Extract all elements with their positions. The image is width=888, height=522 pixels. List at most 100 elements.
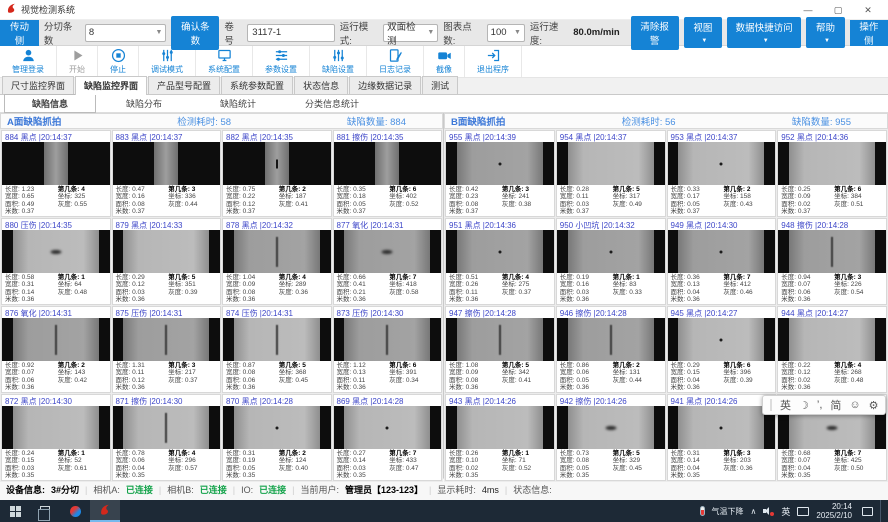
defect-image[interactable] bbox=[446, 406, 554, 449]
action-play-button[interactable]: 开始 bbox=[57, 46, 98, 77]
help-menu-button[interactable]: 帮助▼ bbox=[806, 17, 844, 48]
weather-text[interactable]: 气温下降 bbox=[712, 506, 744, 517]
defect-image[interactable] bbox=[778, 230, 886, 273]
defect-image[interactable] bbox=[334, 230, 442, 273]
defect-image[interactable] bbox=[334, 318, 442, 361]
defect-image[interactable] bbox=[557, 406, 665, 449]
show-desktop-button[interactable] bbox=[880, 500, 884, 522]
defect-cell-869[interactable]: 869 黑点 |20:14:28长度: 0.27宽度: 0.14面积: 0.03… bbox=[333, 394, 443, 481]
defect-image[interactable] bbox=[446, 318, 554, 361]
clear-alarm-button[interactable]: 清除报警 bbox=[631, 16, 679, 50]
settings-icon[interactable]: ⚙ bbox=[869, 399, 879, 412]
touch-keyboard-icon[interactable] bbox=[797, 507, 809, 516]
defect-cell-952[interactable]: 952 黑点 |20:14:36长度: 0.25宽度: 0.09面积: 0.02… bbox=[777, 130, 887, 217]
defect-cell-948[interactable]: 948 擦伤 |20:14:28长度: 0.94宽度: 0.07面积: 0.06… bbox=[777, 218, 887, 305]
defect-cell-946[interactable]: 946 擦伤 |20:14:28长度: 0.86宽度: 0.06面积: 0.05… bbox=[556, 306, 666, 393]
defect-image[interactable] bbox=[223, 406, 331, 449]
tab-0[interactable]: 尺寸监控界面 bbox=[2, 76, 74, 94]
tab-6[interactable]: 测试 bbox=[422, 76, 458, 94]
minimize-icon[interactable]: — bbox=[794, 1, 822, 19]
ime-grip[interactable] bbox=[770, 399, 772, 411]
maximize-icon[interactable]: ▢ bbox=[824, 1, 852, 19]
action-user-button[interactable]: 管理登录 bbox=[0, 46, 57, 77]
tab-4[interactable]: 状态信息 bbox=[294, 76, 348, 94]
tab-1[interactable]: 缺陷监控界面 bbox=[75, 76, 147, 95]
defect-cell-882[interactable]: 882 黑点 |20:14:35长度: 0.75宽度: 0.22面积: 0.12… bbox=[222, 130, 332, 217]
defect-cell-942[interactable]: 942 擦伤 |20:14:26长度: 0.73宽度: 0.08面积: 0.05… bbox=[556, 394, 666, 481]
defect-image[interactable] bbox=[668, 406, 776, 449]
defect-image[interactable] bbox=[113, 230, 221, 273]
defect-cell-949[interactable]: 949 黑点 |20:14:30长度: 0.36宽度: 0.13面积: 0.04… bbox=[667, 218, 777, 305]
roll-no-input[interactable]: 3117-1 bbox=[247, 24, 334, 42]
slit-count-select[interactable]: 8 ▼ bbox=[85, 24, 167, 42]
defect-cell-873[interactable]: 873 压伤 |20:14:30长度: 1.12宽度: 0.13面积: 0.11… bbox=[333, 306, 443, 393]
action-center-icon[interactable] bbox=[862, 507, 873, 516]
start-button[interactable] bbox=[0, 500, 30, 522]
subtab-3[interactable]: 分类信息统计 bbox=[286, 94, 378, 113]
defect-cell-955[interactable]: 955 黑点 |20:14:39长度: 0.42宽度: 0.23面积: 0.08… bbox=[445, 130, 555, 217]
action-camera-button[interactable]: 截像 bbox=[424, 46, 465, 77]
defect-image[interactable] bbox=[113, 142, 221, 185]
defect-image[interactable] bbox=[446, 142, 554, 185]
defect-image[interactable] bbox=[113, 406, 221, 449]
defect-cell-881[interactable]: 881 擦伤 |20:14:35长度: 0.35宽度: 0.18面积: 0.05… bbox=[333, 130, 443, 217]
taskbar-app-inspection[interactable] bbox=[90, 500, 120, 522]
defect-cell-878[interactable]: 878 黑点 |20:14:32长度: 1.04宽度: 0.09面积: 0.08… bbox=[222, 218, 332, 305]
defect-cell-945[interactable]: 945 黑点 |20:14:27长度: 0.29宽度: 0.15面积: 0.04… bbox=[667, 306, 777, 393]
defect-image[interactable] bbox=[2, 142, 110, 185]
action-log-button[interactable]: 日志记录 bbox=[367, 46, 424, 77]
ime-indicator[interactable]: 英 bbox=[781, 505, 790, 518]
transmission-side-button[interactable]: 传动侧 bbox=[0, 20, 39, 46]
defect-cell-947[interactable]: 947 擦伤 |20:14:28长度: 1.08宽度: 0.09面积: 0.08… bbox=[445, 306, 555, 393]
defect-image[interactable] bbox=[223, 142, 331, 185]
defect-image[interactable] bbox=[334, 406, 442, 449]
action-monitor-button[interactable]: 系统配置 bbox=[196, 46, 253, 77]
defect-cell-871[interactable]: 871 擦伤 |20:14:30长度: 0.78宽度: 0.06面积: 0.04… bbox=[112, 394, 222, 481]
defect-cell-877[interactable]: 877 氧化 |20:14:31长度: 0.66宽度: 0.41面积: 0.21… bbox=[333, 218, 443, 305]
defect-cell-875[interactable]: 875 压伤 |20:14:31长度: 1.31宽度: 0.11面积: 0.12… bbox=[112, 306, 222, 393]
action-defect-button[interactable]: 缺陷设置 bbox=[310, 46, 367, 77]
defect-cell-880[interactable]: 880 压伤 |20:14:35长度: 0.58宽度: 0.31面积: 0.14… bbox=[1, 218, 111, 305]
action-params-button[interactable]: 参数设置 bbox=[253, 46, 310, 77]
defect-image[interactable] bbox=[223, 230, 331, 273]
action-stop-button[interactable]: 停止 bbox=[98, 46, 139, 77]
emoji-icon[interactable]: ☺ bbox=[849, 399, 860, 411]
defect-image[interactable] bbox=[2, 230, 110, 273]
defect-image[interactable] bbox=[446, 230, 554, 273]
defect-image[interactable] bbox=[223, 318, 331, 361]
tab-2[interactable]: 产品型号配置 bbox=[148, 76, 220, 94]
defect-image[interactable] bbox=[778, 142, 886, 185]
defect-cell-954[interactable]: 954 黑点 |20:14:37长度: 0.28宽度: 0.11面积: 0.03… bbox=[556, 130, 666, 217]
defect-cell-941[interactable]: 941 黑点 |20:14:26长度: 0.31宽度: 0.14面积: 0.04… bbox=[667, 394, 777, 481]
defect-image[interactable] bbox=[778, 318, 886, 361]
simplified-icon[interactable]: 简 bbox=[830, 397, 841, 413]
defect-cell-876[interactable]: 876 氧化 |20:14:31长度: 0.92宽度: 0.07面积: 0.06… bbox=[1, 306, 111, 393]
moon-icon[interactable]: ☽ bbox=[799, 399, 809, 412]
run-mode-select[interactable]: 双面检测 ▼ bbox=[383, 24, 438, 42]
operation-side-button[interactable]: 操作侧 bbox=[850, 20, 888, 46]
subtab-0[interactable]: 缺陷信息 bbox=[4, 94, 96, 113]
defect-cell-870[interactable]: 870 黑点 |20:14:28长度: 0.31宽度: 0.19面积: 0.05… bbox=[222, 394, 332, 481]
defect-image[interactable] bbox=[113, 318, 221, 361]
defect-image[interactable] bbox=[557, 142, 665, 185]
defect-image[interactable] bbox=[2, 318, 110, 361]
close-icon[interactable]: ✕ bbox=[854, 1, 882, 19]
defect-image[interactable] bbox=[668, 318, 776, 361]
defect-image[interactable] bbox=[668, 142, 776, 185]
action-exit-button[interactable]: 退出程序 bbox=[465, 46, 522, 77]
defect-cell-943[interactable]: 943 黑点 |20:14:26长度: 0.26宽度: 0.10面积: 0.02… bbox=[445, 394, 555, 481]
subtab-2[interactable]: 缺陷统计 bbox=[192, 94, 284, 113]
defect-image[interactable] bbox=[2, 406, 110, 449]
view-menu-button[interactable]: 视图▼ bbox=[684, 17, 722, 48]
defect-cell-879[interactable]: 879 黑点 |20:14:33长度: 0.29宽度: 0.12面积: 0.03… bbox=[112, 218, 222, 305]
defect-image[interactable] bbox=[334, 142, 442, 185]
tab-3[interactable]: 系统参数配置 bbox=[221, 76, 293, 94]
defect-image[interactable] bbox=[668, 230, 776, 273]
chart-points-select[interactable]: 100 ▼ bbox=[487, 24, 525, 42]
defect-cell-953[interactable]: 953 黑点 |20:14:37长度: 0.33宽度: 0.17面积: 0.05… bbox=[667, 130, 777, 217]
defect-image[interactable] bbox=[557, 318, 665, 361]
action-tune-button[interactable]: 调试模式 bbox=[139, 46, 196, 77]
defect-cell-944[interactable]: 944 黑点 |20:14:27长度: 0.22宽度: 0.12面积: 0.02… bbox=[777, 306, 887, 393]
taskbar-app-browser[interactable] bbox=[60, 500, 90, 522]
data-access-menu-button[interactable]: 数据快捷访问▼ bbox=[727, 17, 801, 48]
